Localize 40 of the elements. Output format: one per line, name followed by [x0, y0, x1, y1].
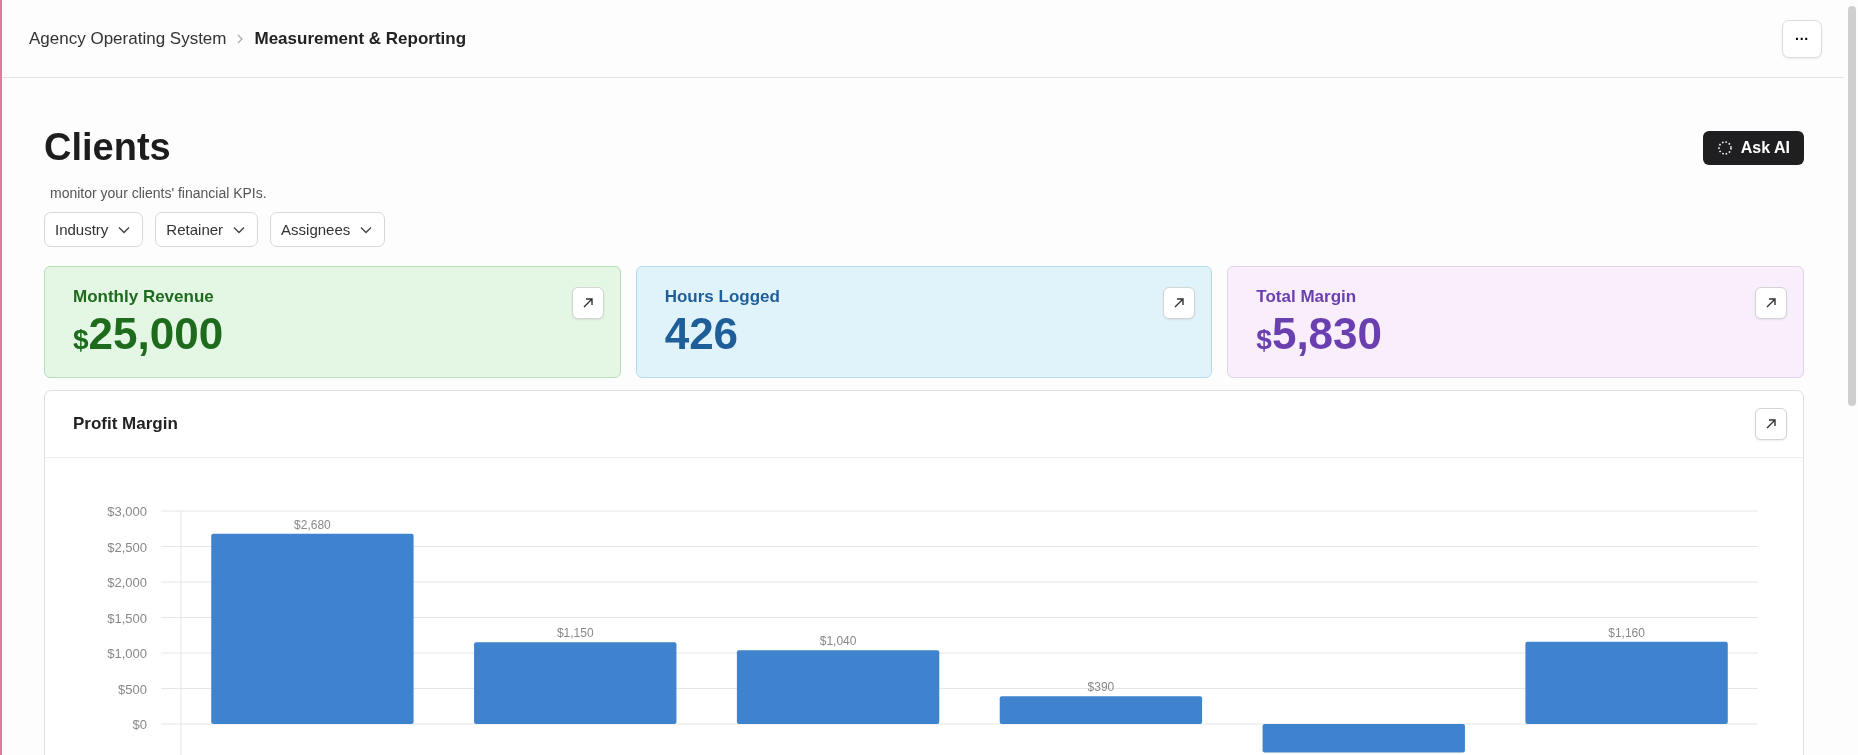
y-axis-label: $3,000: [107, 504, 147, 519]
expand-button[interactable]: [1755, 287, 1787, 319]
kpi-value: $5,830: [1256, 309, 1382, 359]
y-axis-label: $0: [132, 717, 147, 732]
y-axis-label: $2,000: [107, 575, 147, 590]
page-title: Clients: [44, 126, 171, 169]
diagonal-arrow-icon: [1172, 296, 1187, 310]
ask-ai-button[interactable]: Ask AI: [1702, 130, 1804, 165]
diagonal-arrow-icon: [1764, 417, 1778, 431]
expand-button[interactable]: [1755, 408, 1787, 440]
y-axis-label: $2,500: [107, 539, 147, 555]
y-axis-label: $1,500: [107, 610, 147, 626]
scrollbar[interactable]: [1848, 6, 1856, 406]
expand-button[interactable]: [1163, 287, 1196, 319]
y-axis-label: $500: [118, 681, 147, 697]
bar-value-label: $390: [1087, 680, 1115, 695]
bar-value-label: $2,680: [294, 517, 331, 532]
chevron-down-icon: [233, 225, 246, 234]
expand-button[interactable]: [571, 287, 604, 319]
filter-dropdown[interactable]: Retainer: [155, 212, 259, 247]
filter-dropdown[interactable]: Assignees: [270, 212, 386, 247]
chart-title: Profit Margin: [73, 414, 178, 434]
diagonal-arrow-icon: [1764, 296, 1778, 310]
chevron-right-icon: [236, 33, 245, 44]
sparkle-icon: [1716, 139, 1733, 156]
more-button[interactable]: ···: [1782, 19, 1822, 58]
page-subtitle: monitor your clients' financial KPIs.: [50, 185, 268, 201]
bar-value-label: $1,160: [1608, 625, 1645, 640]
kpi-label: Hours Logged: [664, 287, 780, 307]
y-axis-label: $1,000: [107, 646, 147, 661]
chevron-down-icon: [360, 225, 373, 234]
kpi-value: 426: [664, 309, 740, 359]
bar-value-label: $1,150: [556, 626, 594, 641]
filter-dropdown[interactable]: Industry: [44, 212, 144, 247]
chevron-down-icon: [118, 225, 131, 234]
breadcrumb-link[interactable]: Agency Operating System: [29, 28, 227, 49]
bar-value-label: $1,040: [819, 634, 857, 649]
kpi-label: Total Margin: [1256, 287, 1358, 307]
kpi-label: Monthly Revenue: [73, 287, 215, 307]
kpi-value: $25,000: [73, 309, 224, 359]
